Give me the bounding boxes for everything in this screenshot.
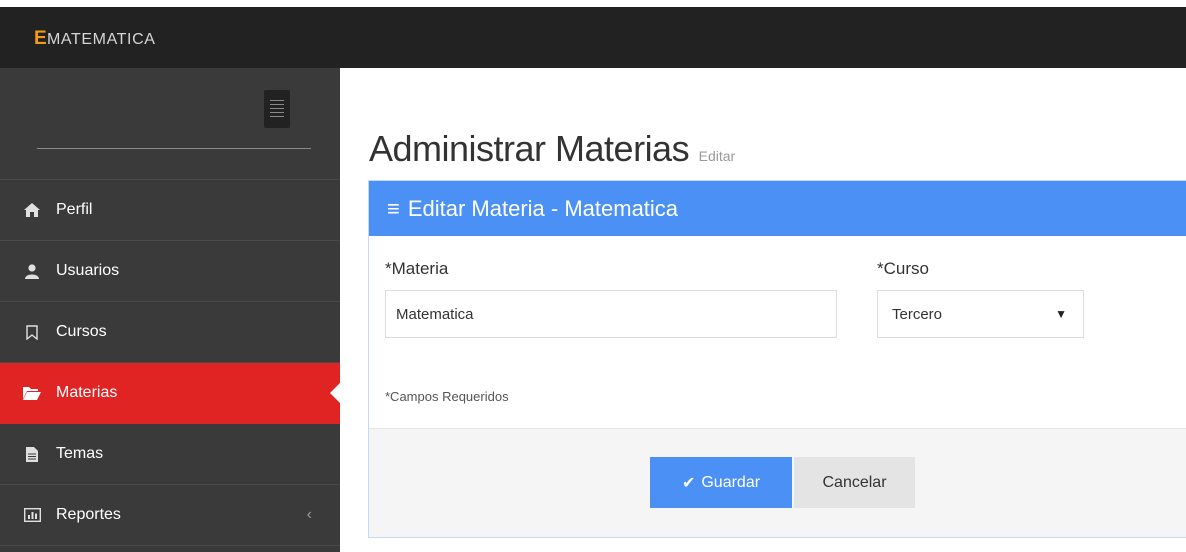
- brand-name: MATEMATICA: [46, 31, 156, 48]
- curso-selected-value: Tercero: [892, 305, 943, 323]
- edit-materia-panel: ≡ Editar Materia - Matematica *Materia *…: [368, 180, 1186, 538]
- sidebar-item-temas[interactable]: Temas: [0, 424, 340, 485]
- bookmark-icon: [22, 324, 42, 340]
- sidebar-item-label: Reportes: [56, 506, 121, 523]
- check-icon: ✔: [681, 474, 696, 492]
- materia-label: *Materia: [385, 259, 449, 278]
- dropdown-arrow-icon: ▼: [1055, 307, 1067, 321]
- panel-title: Editar Materia - Matematica: [407, 195, 679, 221]
- sidebar-header: [0, 68, 340, 180]
- home-icon: [22, 203, 42, 217]
- sidebar-item-usuarios[interactable]: Usuarios: [0, 241, 340, 302]
- sidebar-item-cursos[interactable]: Cursos: [0, 302, 340, 363]
- menu-icon[interactable]: [264, 90, 290, 128]
- curso-label: *Curso: [877, 259, 929, 278]
- top-strip: [0, 0, 1186, 7]
- sidebar-divider: [37, 148, 311, 149]
- list-icon: ≡: [387, 195, 400, 221]
- user-icon: [22, 263, 42, 279]
- chevron-left-icon: ‹: [306, 506, 312, 523]
- sidebar-item-label: Usuarios: [56, 262, 120, 279]
- panel-body: *Materia *Curso Tercero ▼ *Campos Requer…: [369, 236, 1186, 428]
- brand-logo[interactable]: EMATEMATICA: [34, 28, 156, 50]
- top-navbar: EMATEMATICA: [0, 0, 1186, 68]
- sidebar-item-perfil[interactable]: Perfil: [0, 180, 340, 241]
- file-icon: [22, 446, 42, 462]
- sidebar: Perfil Usuarios Cursos Materias Temas Re…: [0, 68, 340, 552]
- page-title: Administrar Materias Editar: [369, 128, 735, 170]
- page-subtitle: Editar: [698, 148, 736, 165]
- page-title-text: Administrar Materias: [369, 128, 690, 170]
- panel-footer: ✔ Guardar Cancelar: [369, 428, 1186, 537]
- folder-open-icon: [22, 386, 42, 400]
- sidebar-item-label: Temas: [56, 445, 104, 462]
- save-button-label: Guardar: [701, 473, 761, 491]
- cancel-button[interactable]: Cancelar: [794, 457, 915, 508]
- brand-first-letter: E: [34, 28, 47, 49]
- bar-chart-icon: [22, 508, 42, 522]
- sidebar-item-materias[interactable]: Materias: [0, 363, 340, 424]
- sidebar-item-label: Cursos: [56, 323, 107, 340]
- sidebar-item-label: Materias: [56, 384, 118, 401]
- save-button[interactable]: ✔ Guardar: [650, 457, 792, 508]
- curso-select[interactable]: Tercero ▼: [877, 290, 1084, 338]
- sidebar-item-reportes[interactable]: Reportes ‹: [0, 485, 340, 546]
- panel-header: ≡ Editar Materia - Matematica: [369, 181, 1186, 236]
- sidebar-item-label: Perfil: [56, 201, 93, 218]
- required-fields-note: *Campos Requeridos: [385, 389, 509, 404]
- materia-input[interactable]: [385, 290, 837, 338]
